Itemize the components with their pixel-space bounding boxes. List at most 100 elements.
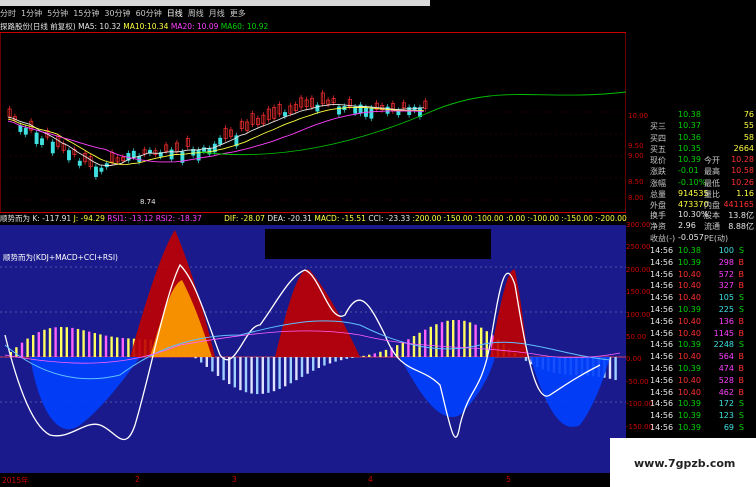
tick-row[interactable]: 14:56 10.40 327 B — [648, 281, 756, 293]
period-tab[interactable]: 1分钟 — [21, 9, 42, 18]
tick-row[interactable]: 14:56 10.40 136 B — [648, 317, 756, 329]
period-tab[interactable]: 日线 — [167, 9, 183, 18]
candle-body — [34, 132, 39, 144]
blue-area — [400, 357, 495, 417]
candle-body — [99, 167, 104, 172]
tick-row[interactable]: 14:56 10.39 123 S — [648, 411, 756, 423]
tick-volume: 123 — [718, 411, 734, 421]
histogram-bar — [43, 329, 46, 357]
blue-area — [530, 357, 610, 427]
histogram-bar — [457, 320, 460, 357]
tick-volume: 69 — [723, 422, 734, 432]
info-row: 净资 2.96 流通 8.88亿 — [648, 221, 756, 232]
histogram-bar — [104, 335, 108, 357]
tick-row[interactable]: 14:56 10.40 564 B — [648, 352, 756, 364]
histogram-bar — [463, 320, 466, 357]
row-label2: 今开 — [704, 156, 720, 166]
tick-row[interactable]: 14:56 10.39 172 S — [648, 399, 756, 411]
row-label: 收益(-) — [650, 233, 676, 243]
histogram-bar — [284, 357, 287, 387]
tick-row[interactable]: 14:56 10.38 100 S — [648, 246, 756, 258]
tick-row[interactable]: 14:56 10.39 225 S — [648, 305, 756, 317]
period-tab[interactable]: 分时 — [0, 9, 16, 18]
ma5-value: MA5: 10.32 — [78, 22, 121, 31]
histogram-bar — [88, 331, 91, 357]
histogram-bar — [362, 355, 365, 357]
ma10-value: MA10:10.34 — [123, 22, 169, 31]
histogram-bar — [244, 357, 248, 393]
histogram-bar — [205, 357, 208, 367]
candle-body — [218, 137, 223, 145]
row-value: 10.38 — [678, 110, 701, 119]
menu-bar[interactable]: 系统功能报价分析扩展行情资讯工具帮助大智慧重要行情 — [0, 0, 430, 6]
tick-row[interactable]: 14:56 10.40 462 B — [648, 388, 756, 400]
row-label2: 流通 — [704, 222, 720, 232]
histogram-bar — [424, 329, 427, 357]
histogram-bar — [480, 327, 483, 357]
indicator-tick: -50.00 — [626, 377, 649, 386]
tick-row[interactable]: 14:56 10.40 105 S — [648, 293, 756, 305]
period-tab[interactable]: 更多 — [230, 9, 246, 18]
period-tab[interactable]: 15分钟 — [73, 9, 99, 18]
row-value2: 441165 — [723, 200, 754, 210]
candle-body — [23, 127, 28, 135]
tick-row[interactable]: 14:56 10.40 1145 B — [648, 329, 756, 341]
tick-row[interactable]: 14:56 10.39 69 S — [648, 423, 756, 435]
row-value2: 10.28 — [731, 155, 754, 165]
tick-row[interactable]: 14:56 10.40 572 B — [648, 270, 756, 282]
quote-row: 买四 10.36 58 — [648, 133, 756, 144]
tick-price: 10.40 — [678, 293, 701, 303]
histogram-bar — [412, 336, 416, 357]
period-tab[interactable]: 5分钟 — [47, 9, 68, 18]
tick-volume: 2248 — [713, 340, 734, 350]
row-value2: 10.26 — [731, 177, 754, 187]
tick-side: B — [738, 328, 745, 338]
tick-row[interactable]: 14:56 10.40 528 B — [648, 376, 756, 388]
tick-row[interactable]: 14:56 10.39 474 B — [648, 364, 756, 376]
stat-row: 现价 10.39 今开 10.28 — [648, 155, 756, 166]
tick-price: 10.40 — [678, 316, 701, 326]
dif-value: DIF: -28.07 — [224, 214, 265, 223]
tick-row[interactable]: 14:56 10.39 2248 S — [648, 340, 756, 352]
tick-price: 10.40 — [678, 269, 701, 279]
tick-price: 10.39 — [678, 257, 701, 267]
histogram-bar — [368, 354, 371, 357]
candle-body — [40, 138, 44, 145]
tick-row[interactable]: 14:56 10.39 298 B — [648, 258, 756, 270]
period-tab[interactable]: 60分钟 — [136, 9, 162, 18]
level-values: :200.00 :150.00 :100.00 :0.00 :-100.00 :… — [412, 214, 627, 223]
histogram-bar — [15, 347, 18, 357]
tick-volume: 105 — [718, 293, 734, 303]
histogram-bar — [32, 335, 35, 357]
info-row: 收益(-) -0.057 PE(动) — [648, 233, 756, 244]
tick-time: 14:56 — [650, 246, 674, 255]
stock-info: 换手 10.30% 股本 13.8亿 净资 2.96 流通 8.88亿 收益(-) -0.057 P… — [648, 210, 756, 244]
blue-area — [30, 357, 140, 430]
tick-list[interactable]: 14:56 10.38 100 S 14:56 10.39 298 B 14:56 10.40 57… — [648, 246, 756, 435]
row-label: 涨幅 — [650, 178, 666, 188]
row-value2: 8.88亿 — [728, 222, 754, 232]
period-tab[interactable]: 月线 — [209, 9, 225, 18]
tick-side: S — [738, 246, 744, 255]
candlestick-chart[interactable]: 8.74 — [0, 32, 626, 212]
histogram-bar — [272, 357, 276, 392]
row-label2: PE(动) — [704, 233, 729, 243]
tick-side: B — [738, 375, 745, 385]
histogram-bar — [446, 320, 449, 357]
row-label: 买五 — [650, 144, 666, 154]
tick-price: 10.40 — [678, 281, 701, 291]
histogram-bar — [37, 332, 40, 357]
period-tab[interactable]: 30分钟 — [104, 9, 130, 18]
histogram-bar — [71, 327, 74, 357]
row-value: 10.36 — [678, 132, 701, 142]
period-tab[interactable]: 周线 — [188, 9, 204, 18]
indicator-axis: 300.00 250.00 200.00 150.00 100.00 50.00 0.00 -… — [626, 221, 653, 473]
histogram-bar — [250, 357, 253, 394]
histogram-bar — [300, 357, 304, 377]
row-label: 净资 — [650, 222, 666, 232]
tick-side: S — [738, 399, 744, 409]
tick-price: 10.39 — [678, 399, 701, 409]
row-value2: 58 — [743, 132, 754, 142]
candle-body — [137, 155, 142, 162]
watermark: www.7gpzb.com — [610, 438, 756, 487]
